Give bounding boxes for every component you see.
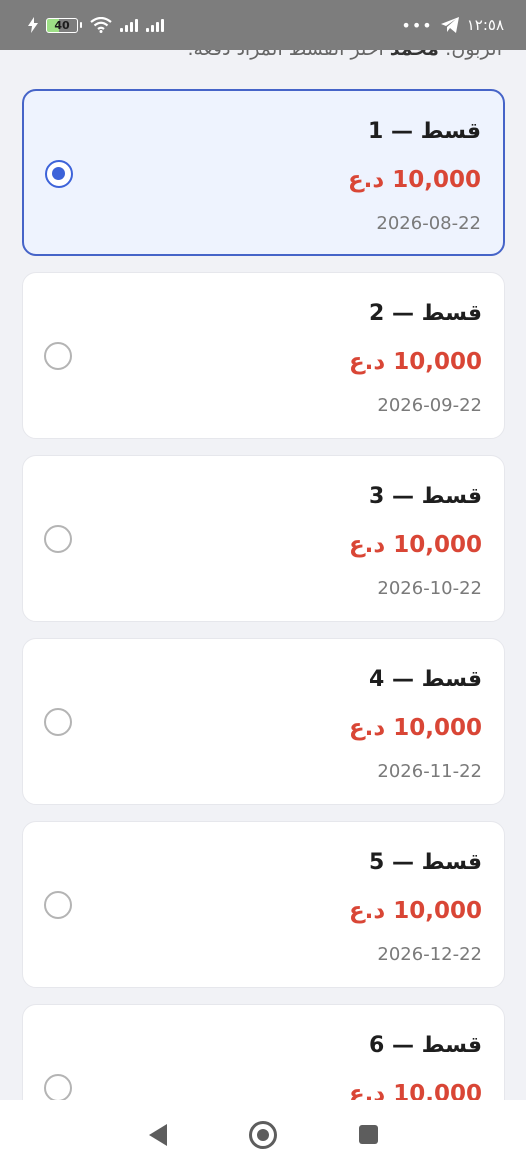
charging-icon (28, 17, 38, 33)
radio-button[interactable] (44, 525, 72, 553)
installment-card-3[interactable]: قسط — 3 10,000 د.ع 2026-10-22 (22, 455, 505, 622)
installment-title: قسط — 6 (369, 1033, 482, 1058)
installment-card-4[interactable]: قسط — 4 10,000 د.ع 2026-11-22 (22, 638, 505, 805)
signal-icon-1 (120, 18, 138, 32)
installment-amount: 10,000 د.ع (348, 898, 482, 924)
signal-icon-2 (146, 18, 164, 32)
installment-card-5[interactable]: قسط — 5 10,000 د.ع 2026-12-22 (22, 821, 505, 988)
installment-list: قسط — 1 10,000 د.ع 2026-08-22 قسط — 2 10… (22, 89, 505, 1169)
installment-title: قسط — 2 (369, 301, 482, 326)
status-bar-right: ••• ١٢:٥٨ (401, 16, 504, 35)
telegram-icon (440, 17, 459, 33)
radio-button[interactable] (44, 708, 72, 736)
radio-button[interactable] (44, 891, 72, 919)
status-bar-left: 40 (28, 17, 164, 33)
installment-title: قسط — 1 (368, 119, 481, 144)
installment-title: قسط — 3 (369, 484, 482, 509)
installment-card-1[interactable]: قسط — 1 10,000 د.ع 2026-08-22 (22, 89, 505, 256)
wifi-icon (90, 17, 112, 33)
installment-title: قسط — 5 (369, 850, 482, 875)
installment-card-2[interactable]: قسط — 2 10,000 د.ع 2026-09-22 (22, 272, 505, 439)
home-icon[interactable] (248, 1120, 277, 1149)
installment-amount: 10,000 د.ع (347, 167, 481, 193)
installment-amount: 10,000 د.ع (348, 349, 482, 375)
back-icon[interactable] (148, 1123, 167, 1146)
battery-icon: 40 (46, 17, 82, 33)
more-notifications-icon: ••• (401, 15, 433, 35)
installment-amount: 10,000 د.ع (348, 532, 482, 558)
status-time: ١٢:٥٨ (466, 16, 504, 34)
radio-button[interactable] (44, 342, 72, 370)
navigation-bar (0, 1100, 526, 1169)
installment-date: 2026-09-22 (377, 395, 482, 416)
installment-date: 2026-12-22 (377, 944, 482, 965)
radio-button[interactable] (44, 1074, 72, 1102)
battery-level: 40 (54, 18, 70, 32)
installment-title: قسط — 4 (369, 667, 482, 692)
radio-button-selected[interactable] (45, 160, 73, 188)
installment-date: 2026-11-22 (377, 761, 482, 782)
status-bar: 40 ••• ١٢:٥٨ (0, 0, 526, 50)
recents-icon[interactable] (358, 1125, 378, 1144)
installment-amount: 10,000 د.ع (348, 715, 482, 741)
installment-date: 2026-10-22 (377, 578, 482, 599)
installment-date: 2026-08-22 (376, 213, 481, 234)
